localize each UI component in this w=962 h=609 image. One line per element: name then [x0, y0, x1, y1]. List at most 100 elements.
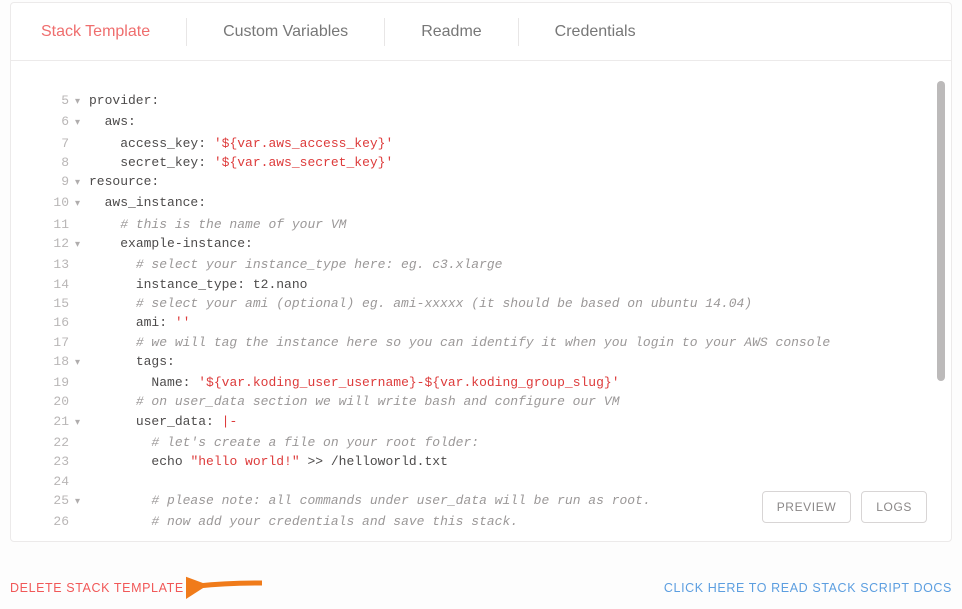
code-line[interactable]: 16 ami: '' — [31, 313, 931, 332]
code-content[interactable]: # we will tag the instance here so you c… — [89, 333, 931, 352]
code-line[interactable]: 6▾ aws: — [31, 112, 931, 133]
line-number: 10 — [31, 193, 75, 214]
line-number: 7 — [31, 134, 75, 153]
code-content[interactable]: secret_key: '${var.aws_secret_key}' — [89, 153, 931, 172]
fold-marker-icon[interactable]: ▾ — [75, 234, 89, 255]
line-number: 15 — [31, 294, 75, 313]
fold-marker-icon[interactable]: ▾ — [75, 352, 89, 373]
code-editor[interactable]: 5▾provider:6▾ aws:7 access_key: '${var.a… — [31, 91, 931, 531]
code-line[interactable]: 19 Name: '${var.koding_user_username}-${… — [31, 373, 931, 392]
code-content[interactable] — [89, 472, 931, 491]
line-number: 14 — [31, 275, 75, 294]
stack-script-docs-link[interactable]: CLICK HERE TO READ STACK SCRIPT DOCS — [664, 581, 952, 595]
code-content[interactable]: # let's create a file on your root folde… — [89, 433, 931, 452]
fold-marker-icon — [75, 294, 89, 313]
code-line[interactable]: 23 echo "hello world!" >> /helloworld.tx… — [31, 452, 931, 471]
code-content[interactable]: resource: — [89, 172, 931, 193]
editor-scrollbar[interactable] — [937, 81, 945, 381]
line-number: 9 — [31, 172, 75, 193]
fold-marker-icon[interactable]: ▾ — [75, 193, 89, 214]
code-line[interactable]: 10▾ aws_instance: — [31, 193, 931, 214]
code-content[interactable]: tags: — [89, 352, 931, 373]
code-content[interactable]: example-instance: — [89, 234, 931, 255]
tab-readme[interactable]: Readme — [413, 18, 489, 46]
code-content[interactable]: user_data: |- — [89, 412, 931, 433]
fold-marker-icon — [75, 452, 89, 471]
code-content[interactable]: # this is the name of your VM — [89, 215, 931, 234]
code-line[interactable]: 9▾resource: — [31, 172, 931, 193]
code-line[interactable]: 17 # we will tag the instance here so yo… — [31, 333, 931, 352]
tab-bar: Stack Template Custom Variables Readme C… — [11, 3, 951, 61]
fold-marker-icon[interactable]: ▾ — [75, 172, 89, 193]
line-number: 25 — [31, 491, 75, 512]
line-number: 20 — [31, 392, 75, 411]
fold-marker-icon — [75, 215, 89, 234]
line-number: 5 — [31, 91, 75, 112]
tab-separator — [518, 18, 519, 46]
fold-marker-icon — [75, 392, 89, 411]
preview-button[interactable]: PREVIEW — [762, 491, 852, 523]
code-line[interactable]: 12▾ example-instance: — [31, 234, 931, 255]
code-content[interactable]: # select your instance_type here: eg. c3… — [89, 255, 931, 274]
code-line[interactable]: 14 instance_type: t2.nano — [31, 275, 931, 294]
code-content[interactable]: instance_type: t2.nano — [89, 275, 931, 294]
fold-marker-icon[interactable]: ▾ — [75, 112, 89, 133]
code-line[interactable]: 7 access_key: '${var.aws_access_key}' — [31, 134, 931, 153]
editor-area: 5▾provider:6▾ aws:7 access_key: '${var.a… — [11, 61, 951, 541]
fold-marker-icon — [75, 275, 89, 294]
code-content[interactable]: aws_instance: — [89, 193, 931, 214]
line-number: 23 — [31, 452, 75, 471]
fold-marker-icon[interactable]: ▾ — [75, 412, 89, 433]
line-number: 8 — [31, 153, 75, 172]
code-line[interactable]: 18▾ tags: — [31, 352, 931, 373]
code-content[interactable]: aws: — [89, 112, 931, 133]
fold-marker-icon — [75, 313, 89, 332]
fold-marker-icon — [75, 433, 89, 452]
fold-marker-icon — [75, 333, 89, 352]
fold-marker-icon — [75, 134, 89, 153]
fold-marker-icon[interactable]: ▾ — [75, 91, 89, 112]
line-number: 17 — [31, 333, 75, 352]
logs-button[interactable]: LOGS — [861, 491, 927, 523]
line-number: 26 — [31, 512, 75, 531]
tab-separator — [384, 18, 385, 46]
code-line[interactable]: 15 # select your ami (optional) eg. ami-… — [31, 294, 931, 313]
fold-marker-icon — [75, 373, 89, 392]
code-line[interactable]: 8 secret_key: '${var.aws_secret_key}' — [31, 153, 931, 172]
line-number: 13 — [31, 255, 75, 274]
line-number: 24 — [31, 472, 75, 491]
code-line[interactable]: 5▾provider: — [31, 91, 931, 112]
line-number: 18 — [31, 352, 75, 373]
code-line[interactable]: 11 # this is the name of your VM — [31, 215, 931, 234]
code-content[interactable]: Name: '${var.koding_user_username}-${var… — [89, 373, 931, 392]
code-line[interactable]: 24 — [31, 472, 931, 491]
footer: DELETE STACK TEMPLATE CLICK HERE TO READ… — [10, 581, 952, 595]
code-line[interactable]: 13 # select your instance_type here: eg.… — [31, 255, 931, 274]
fold-marker-icon — [75, 472, 89, 491]
fold-marker-icon[interactable]: ▾ — [75, 491, 89, 512]
line-number: 6 — [31, 112, 75, 133]
code-content[interactable]: ami: '' — [89, 313, 931, 332]
editor-buttons: PREVIEW LOGS — [762, 491, 927, 523]
fold-marker-icon — [75, 512, 89, 531]
fold-marker-icon — [75, 153, 89, 172]
code-line[interactable]: 22 # let's create a file on your root fo… — [31, 433, 931, 452]
line-number: 22 — [31, 433, 75, 452]
code-content[interactable]: # select your ami (optional) eg. ami-xxx… — [89, 294, 931, 313]
code-line[interactable]: 21▾ user_data: |- — [31, 412, 931, 433]
editor-panel: Stack Template Custom Variables Readme C… — [10, 2, 952, 542]
line-number: 19 — [31, 373, 75, 392]
code-content[interactable]: echo "hello world!" >> /helloworld.txt — [89, 452, 931, 471]
line-number: 12 — [31, 234, 75, 255]
code-line[interactable]: 20 # on user_data section we will write … — [31, 392, 931, 411]
code-content[interactable]: # on user_data section we will write bas… — [89, 392, 931, 411]
line-number: 21 — [31, 412, 75, 433]
line-number: 16 — [31, 313, 75, 332]
tab-stack-template[interactable]: Stack Template — [33, 18, 158, 46]
delete-stack-template-link[interactable]: DELETE STACK TEMPLATE — [10, 581, 184, 595]
tab-credentials[interactable]: Credentials — [547, 18, 644, 46]
tab-custom-variables[interactable]: Custom Variables — [215, 18, 356, 46]
tab-separator — [186, 18, 187, 46]
code-content[interactable]: provider: — [89, 91, 931, 112]
code-content[interactable]: access_key: '${var.aws_access_key}' — [89, 134, 931, 153]
